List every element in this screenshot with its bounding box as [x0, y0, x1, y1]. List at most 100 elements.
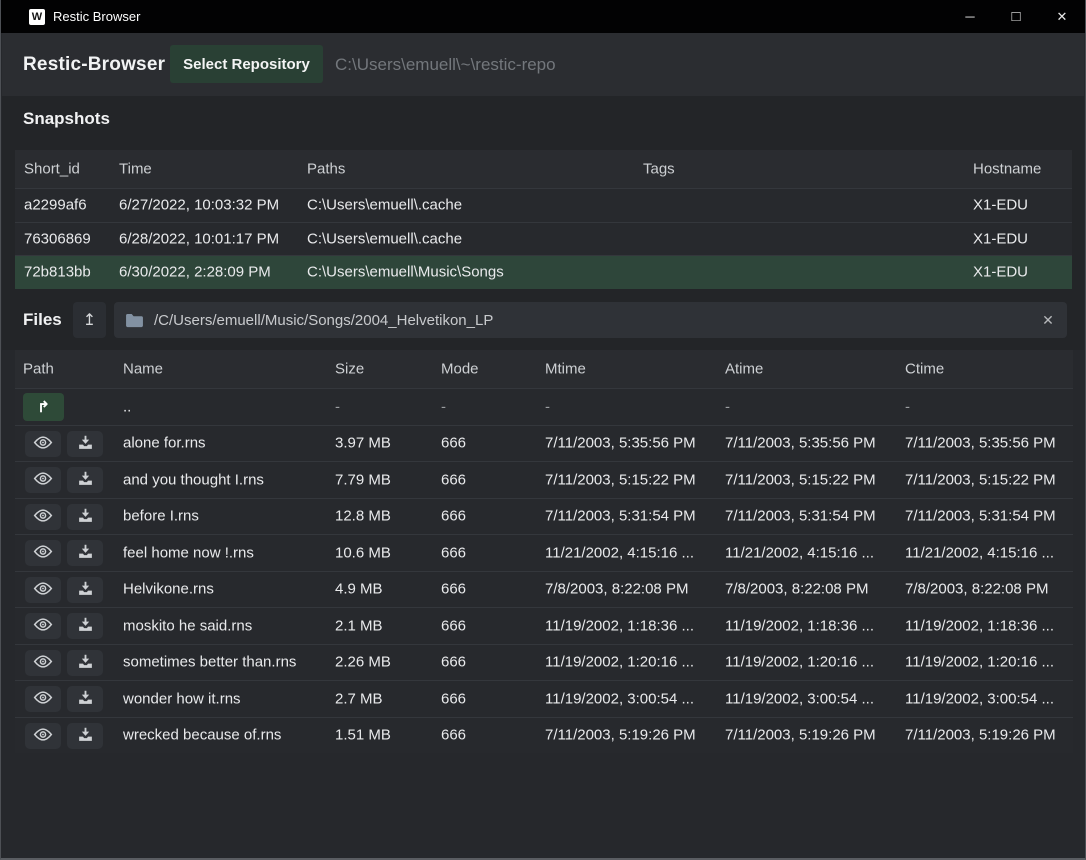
snapshot-time: 6/30/2022, 2:28:09 PM [119, 264, 271, 281]
file-mode: 666 [441, 654, 466, 671]
column-header-mtime: Mtime [545, 361, 586, 378]
column-header-tags: Tags [643, 161, 675, 178]
file-mode: 666 [441, 471, 466, 488]
snapshot-short_id: 72b813bb [24, 264, 91, 281]
column-header-paths: Paths [307, 161, 345, 178]
download-icon [77, 434, 94, 454]
view-file-button[interactable] [25, 577, 61, 603]
snapshot-row[interactable]: 72b813bb 6/30/2022, 2:28:09 PM C:\Users\em… [15, 255, 1072, 289]
restore-file-button[interactable] [67, 723, 103, 749]
file-mtime: 11/19/2002, 1:18:36 ... [545, 617, 694, 634]
snapshot-hostname: X1-EDU [973, 264, 1028, 281]
files-toolbar: Files ↥ /C/Users/emuell/Music/Songs/2004… [2, 289, 1084, 350]
restore-file-button[interactable] [67, 577, 103, 603]
snapshot-paths: C:\Users\emuell\Music\Songs [307, 264, 504, 281]
eye-icon [33, 690, 53, 708]
restore-file-button[interactable] [67, 540, 103, 566]
file-size: 4.9 MB [335, 581, 383, 598]
snapshot-short_id: a2299af6 [24, 197, 87, 214]
files-table-header: Path Name Size Mode Mtime Atime Ctime [15, 350, 1073, 388]
file-atime: 7/11/2003, 5:19:26 PM [725, 727, 876, 744]
close-button[interactable]: ✕ [1039, 0, 1085, 33]
file-name: before I.rns [123, 508, 199, 525]
window-controls: ─ □ ✕ [947, 0, 1085, 33]
enter-directory-button[interactable]: ↱ [23, 393, 64, 421]
view-file-button[interactable] [25, 431, 61, 457]
file-atime: 7/11/2003, 5:35:56 PM [725, 435, 876, 452]
restore-file-button[interactable] [67, 504, 103, 530]
file-size: 10.6 MB [335, 544, 391, 561]
file-row: alone for.rns3.97 MB6667/11/2003, 5:35:5… [15, 425, 1073, 462]
select-repository-button[interactable]: Select Repository [170, 45, 323, 83]
snapshot-row[interactable]: a2299af6 6/27/2022, 10:03:32 PM C:\Users\e… [15, 188, 1072, 222]
file-path-input[interactable]: /C/Users/emuell/Music/Songs/2004_Helveti… [114, 302, 1067, 338]
snapshot-hostname: X1-EDU [973, 230, 1028, 247]
download-icon [77, 616, 94, 636]
view-file-button[interactable] [25, 613, 61, 639]
restore-file-button[interactable] [67, 431, 103, 457]
file-name: feel home now !.rns [123, 544, 254, 561]
restore-file-button[interactable] [67, 613, 103, 639]
file-atime: 7/11/2003, 5:31:54 PM [725, 508, 876, 525]
clear-path-button[interactable]: ✕ [1033, 305, 1063, 335]
file-row: wrecked because of.rns1.51 MB6667/11/200… [15, 717, 1073, 754]
file-row: feel home now !.rns 10.6 MB 666 11/21/2002,… [15, 534, 1073, 571]
column-header-mode: Mode [441, 361, 479, 378]
minimize-button[interactable]: ─ [947, 0, 993, 33]
file-mtime: 7/11/2003, 5:19:26 PM [545, 727, 696, 744]
file-ctime: - [905, 398, 910, 415]
file-atime: 11/21/2002, 4:15:16 ... [725, 544, 874, 561]
file-name: moskito he said.rns [123, 617, 252, 634]
file-size: 2.1 MB [335, 617, 383, 634]
file-atime: 7/8/2003, 8:22:08 PM [725, 581, 868, 598]
file-ctime: 11/19/2002, 1:18:36 ... [905, 617, 1054, 634]
file-size: 3.97 MB [335, 435, 391, 452]
snapshot-short_id: 76306869 [24, 230, 91, 247]
file-row: moskito he said.rns2.1 MB66611/19/2002, … [15, 607, 1073, 644]
column-header-atime: Atime [725, 361, 763, 378]
file-mtime: - [545, 398, 550, 415]
view-file-button[interactable] [25, 723, 61, 749]
view-file-button[interactable] [25, 504, 61, 530]
view-file-button[interactable] [25, 540, 61, 566]
column-header-shortid: Short_id [24, 161, 80, 178]
file-atime: 11/19/2002, 1:20:16 ... [725, 654, 874, 671]
snapshot-time: 6/28/2022, 10:01:17 PM [119, 230, 279, 247]
file-name: wrecked because of.rns [123, 727, 281, 744]
eye-icon [33, 544, 53, 562]
view-file-button[interactable] [25, 467, 61, 493]
app-window: W Restic Browser ─ □ ✕ Restic-Browser Se… [0, 0, 1086, 860]
file-atime: - [725, 398, 730, 415]
eye-icon [33, 435, 53, 453]
snapshot-row[interactable]: 763068696/28/2022, 10:01:17 PMC:\Users\e… [15, 222, 1072, 256]
titlebar: W Restic Browser ─ □ ✕ [1, 0, 1085, 33]
file-mtime: 7/11/2003, 5:31:54 PM [545, 508, 696, 525]
column-header-ctime: Ctime [905, 361, 944, 378]
file-row: and you thought I.rns7.79 MB6667/11/2003… [15, 461, 1073, 498]
parent-directory-button[interactable]: ↥ [73, 302, 106, 338]
download-icon [77, 689, 94, 709]
download-icon [77, 726, 94, 746]
file-mtime: 11/19/2002, 1:20:16 ... [545, 654, 694, 671]
view-file-button[interactable] [25, 650, 61, 676]
restore-file-button[interactable] [67, 467, 103, 493]
snapshot-paths: C:\Users\emuell\.cache [307, 197, 462, 214]
download-icon [77, 470, 94, 490]
file-name: wonder how it.rns [123, 690, 241, 707]
file-name: Helvikone.rns [123, 581, 214, 598]
maximize-button[interactable]: □ [993, 0, 1039, 33]
file-ctime: 11/19/2002, 3:00:54 ... [905, 690, 1054, 707]
column-header-time: Time [119, 161, 152, 178]
enter-arrow-icon: ↱ [37, 399, 50, 416]
repository-path: C:\Users\emuell\~\restic-repo [335, 55, 556, 75]
file-ctime: 7/11/2003, 5:15:22 PM [905, 471, 1056, 488]
file-ctime: 7/11/2003, 5:35:56 PM [905, 435, 1056, 452]
snapshot-time: 6/27/2022, 10:03:32 PM [119, 197, 279, 214]
snapshot-hostname: X1-EDU [973, 197, 1028, 214]
restore-file-button[interactable] [67, 650, 103, 676]
view-file-button[interactable] [25, 686, 61, 712]
restore-file-button[interactable] [67, 686, 103, 712]
file-ctime: 11/21/2002, 4:15:16 ... [905, 544, 1054, 561]
file-mode: 666 [441, 544, 466, 561]
file-row: before I.rns12.8 MB6667/11/2003, 5:31:54… [15, 498, 1073, 535]
